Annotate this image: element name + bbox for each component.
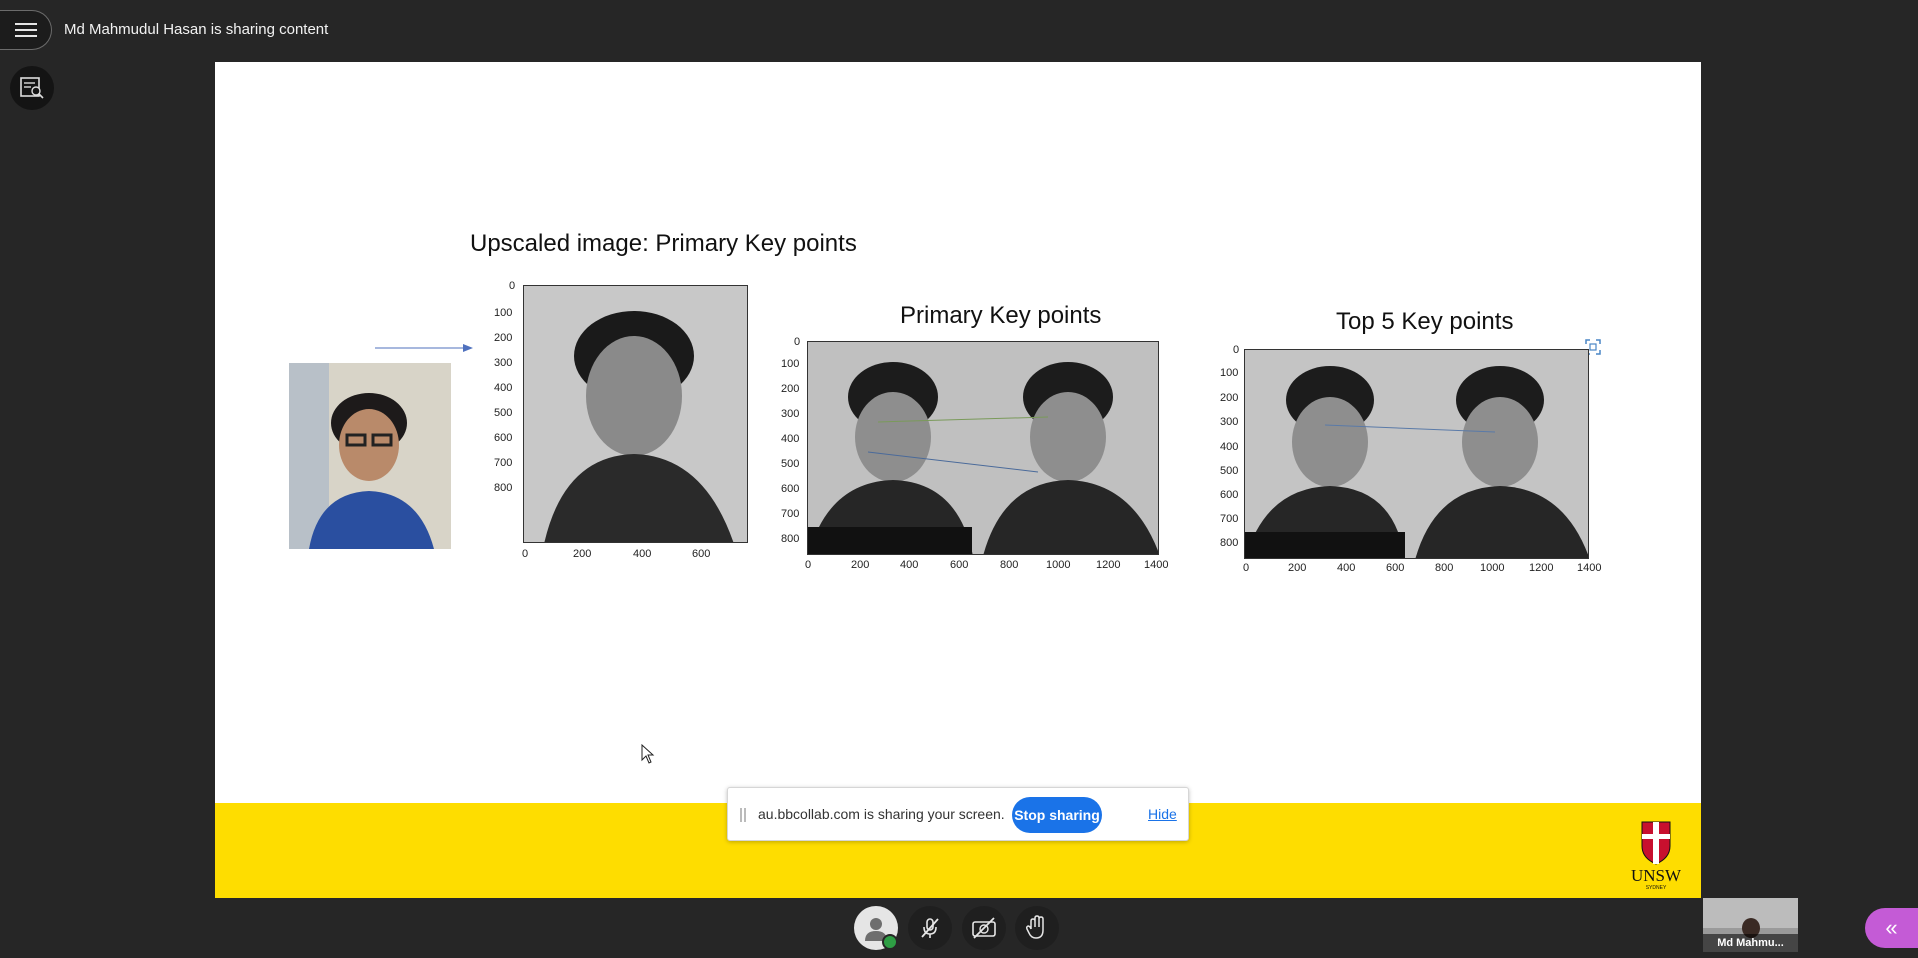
tick-label: 200 — [494, 332, 513, 344]
screen-share-notice: au.bbcollab.com is sharing your screen. … — [727, 787, 1189, 841]
top-bar: Md Mahmudul Hasan is sharing content — [0, 0, 1918, 60]
unsw-logo: UNSW SYDNEY — [1620, 818, 1692, 891]
mouse-cursor — [641, 744, 655, 764]
tick-label: 800 — [781, 533, 800, 545]
tick-label: 800 — [494, 482, 513, 494]
svg-text:SYDNEY: SYDNEY — [1646, 885, 1667, 890]
tick-label: 600 — [1386, 562, 1405, 574]
tick-label: 400 — [1337, 562, 1356, 574]
tick-label: 200 — [573, 548, 592, 560]
tick-label: 600 — [950, 559, 969, 571]
tick-label: 500 — [781, 458, 800, 470]
captions-icon — [20, 77, 44, 99]
tick-label: 400 — [1220, 441, 1239, 453]
captions-button[interactable] — [10, 66, 54, 110]
tick-label: 800 — [1220, 537, 1239, 549]
tick-label: 600 — [1220, 489, 1239, 501]
tick-label: 0 — [1233, 344, 1240, 356]
tick-label: 200 — [781, 383, 800, 395]
tick-label: 800 — [1435, 562, 1454, 574]
tick-label: 400 — [900, 559, 919, 571]
tick-label: 0 — [1243, 562, 1250, 574]
share-message: au.bbcollab.com is sharing your screen. — [758, 806, 1005, 822]
tick-label: 600 — [494, 432, 513, 444]
tick-label: 300 — [781, 408, 800, 420]
tick-label: 700 — [781, 508, 800, 520]
tick-label: 1200 — [1096, 559, 1121, 571]
raise-hand-button[interactable] — [1015, 906, 1059, 950]
plot-title: Top 5 Key points — [1336, 308, 1514, 335]
tick-label: 400 — [494, 382, 513, 394]
tick-label: 0 — [509, 280, 516, 292]
tick-label: 1200 — [1529, 562, 1554, 574]
tick-label: 500 — [494, 407, 513, 419]
tick-label: 300 — [1220, 416, 1239, 428]
tick-label: 0 — [805, 559, 812, 571]
tick-label: 1400 — [1577, 562, 1602, 574]
plot-image — [523, 285, 748, 543]
tick-label: 100 — [494, 307, 513, 319]
menu-icon — [14, 23, 37, 37]
sharing-title: Md Mahmudul Hasan is sharing content — [64, 21, 329, 38]
tick-label: 700 — [1220, 513, 1239, 525]
menu-button[interactable] — [0, 10, 52, 50]
tick-label: 200 — [1220, 392, 1239, 404]
hide-link[interactable]: Hide — [1148, 806, 1177, 822]
plot-image — [1244, 349, 1589, 559]
camera-off-icon — [972, 917, 996, 939]
tick-label: 1000 — [1480, 562, 1505, 574]
arrow-icon — [375, 344, 473, 352]
tick-label: 300 — [494, 357, 513, 369]
open-panel-button[interactable]: « — [1865, 908, 1918, 948]
tick-label: 400 — [781, 433, 800, 445]
tick-label: 100 — [1220, 367, 1239, 379]
self-video-preview[interactable]: Md Mahmu... — [1703, 898, 1798, 952]
plot-image — [807, 341, 1159, 555]
tick-label: 1000 — [1046, 559, 1071, 571]
tick-label: 700 — [494, 457, 513, 469]
svg-text:UNSW: UNSW — [1631, 866, 1682, 885]
tick-label: 200 — [1288, 562, 1307, 574]
raise-hand-icon — [1025, 915, 1044, 939]
drag-handle-icon[interactable] — [740, 808, 746, 822]
plot-title: Primary Key points — [900, 302, 1102, 329]
tick-label: 400 — [633, 548, 652, 560]
original-photo — [289, 363, 451, 549]
tick-label: 200 — [851, 559, 870, 571]
tick-label: 0 — [522, 548, 529, 560]
status-ok-icon — [882, 934, 898, 950]
tick-label: 800 — [1000, 559, 1019, 571]
tick-label: 600 — [781, 483, 800, 495]
profile-status-button[interactable] — [854, 906, 898, 950]
tick-label: 100 — [781, 358, 800, 370]
tick-label: 1400 — [1144, 559, 1169, 571]
camera-button[interactable] — [962, 906, 1006, 950]
mic-off-icon — [921, 918, 939, 938]
tick-label: 500 — [1220, 465, 1239, 477]
shared-slide: Upscaled image: Primary Key points 0 100… — [215, 62, 1701, 898]
microphone-button[interactable] — [908, 906, 952, 950]
stop-sharing-button[interactable]: Stop sharing — [1012, 797, 1102, 833]
tick-label: 0 — [794, 336, 801, 348]
self-name-label: Md Mahmu... — [1703, 934, 1798, 952]
slide-heading: Upscaled image: Primary Key points — [470, 230, 857, 257]
chevron-left-icon: « — [1885, 915, 1898, 940]
tick-label: 600 — [692, 548, 711, 560]
